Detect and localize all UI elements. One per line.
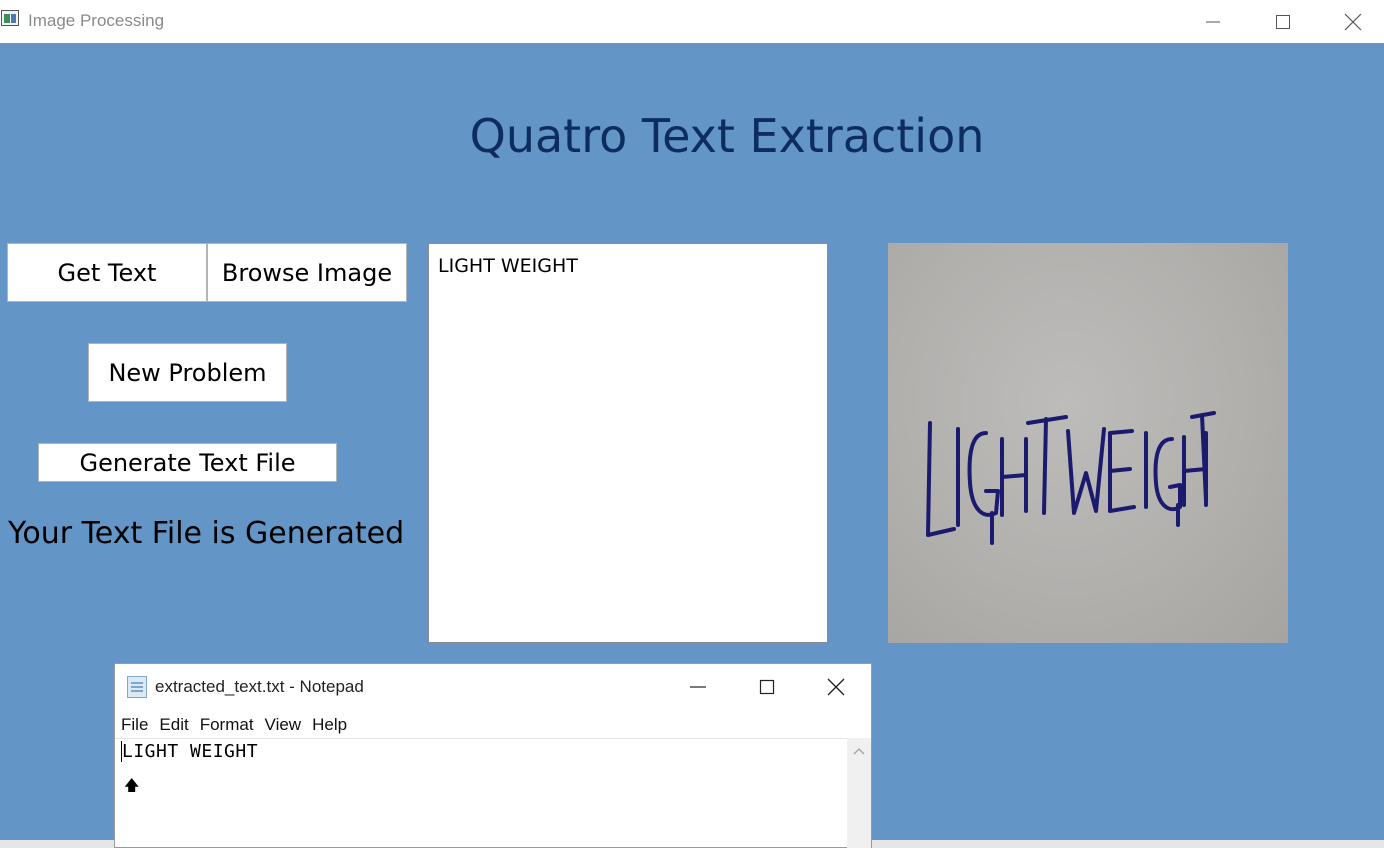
menu-help[interactable]: Help — [307, 715, 352, 735]
notepad-content: LIGHT WEIGHT — [121, 741, 259, 762]
minimize-icon — [1206, 21, 1220, 22]
scroll-up-icon[interactable] — [852, 746, 866, 756]
browse-image-button[interactable]: Browse Image — [207, 243, 407, 302]
notepad-menubar: File Edit Format View Help — [115, 712, 871, 738]
menu-file[interactable]: File — [116, 715, 153, 735]
notepad-title: extracted_text.txt - Notepad — [155, 677, 364, 696]
generate-text-file-button[interactable]: Generate Text File — [38, 443, 337, 482]
window-title: Image Processing — [28, 11, 165, 30]
maximize-icon — [1276, 14, 1290, 29]
minimize-button[interactable] — [1178, 0, 1248, 43]
close-icon — [827, 678, 845, 696]
mouse-cursor-icon: 🡅 — [124, 776, 140, 794]
notepad-minimize-button[interactable] — [663, 664, 733, 710]
notepad-window[interactable]: extracted_text.txt - Notepad File Edit F… — [114, 663, 872, 848]
close-button[interactable] — [1318, 0, 1384, 43]
notepad-icon — [127, 676, 147, 698]
menu-edit[interactable]: Edit — [154, 715, 193, 735]
notepad-titlebar: extracted_text.txt - Notepad — [115, 664, 871, 710]
menu-format[interactable]: Format — [195, 715, 259, 735]
handwriting-image — [888, 243, 1288, 643]
notepad-editor[interactable]: LIGHT WEIGHT 🡅 — [115, 738, 847, 848]
new-problem-button[interactable]: New Problem — [88, 343, 287, 402]
handwriting-strokes — [926, 411, 1216, 545]
notepad-maximize-button[interactable] — [732, 664, 802, 710]
close-icon — [1344, 13, 1362, 30]
notepad-close-button[interactable] — [801, 664, 871, 710]
app-icon — [1, 10, 19, 26]
get-text-button[interactable]: Get Text — [7, 243, 207, 302]
extracted-text-box[interactable]: LIGHT WEIGHT — [428, 243, 828, 643]
minimize-icon — [690, 686, 706, 688]
maximize-button[interactable] — [1248, 0, 1318, 43]
status-message: Your Text File is Generated — [8, 516, 405, 551]
maximize-icon — [759, 679, 775, 695]
notepad-scrollbar[interactable] — [847, 738, 871, 848]
window-titlebar: Image Processing — [0, 0, 1384, 43]
page-title: Quatro Text Extraction — [469, 109, 985, 163]
menu-view[interactable]: View — [260, 715, 307, 735]
